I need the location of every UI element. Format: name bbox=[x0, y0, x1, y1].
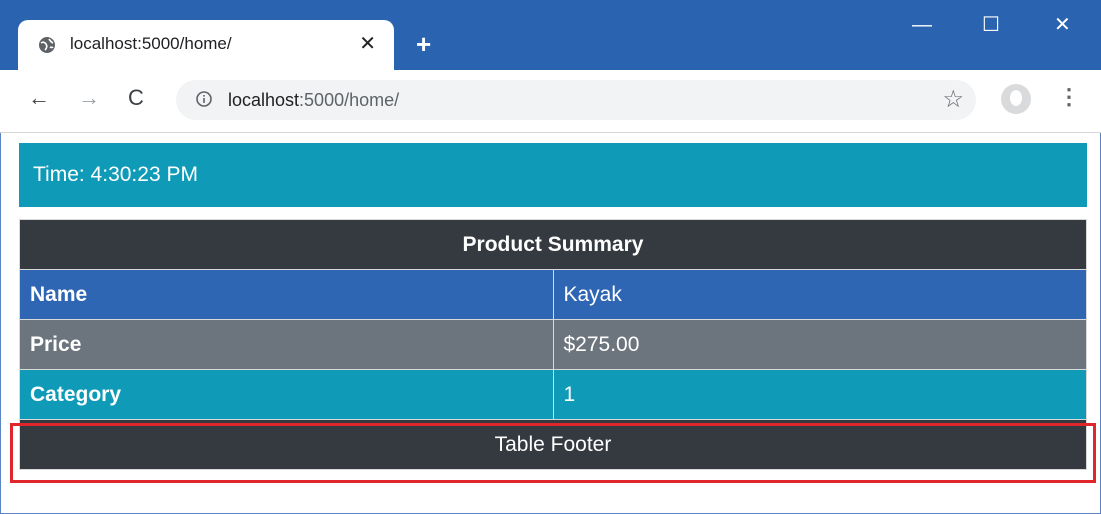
info-icon[interactable] bbox=[196, 91, 212, 107]
maximize-button[interactable]: ☐ bbox=[982, 14, 1000, 36]
new-tab-button[interactable]: + bbox=[416, 30, 431, 58]
url-host: localhost bbox=[228, 90, 300, 110]
star-icon[interactable]: ☆ bbox=[942, 86, 964, 114]
browser-toolbar: ← → C localhost:5000/home/ ☆ bbox=[0, 70, 1101, 133]
title-bar: localhost:5000/home/ ✕ + — ☐ ✕ bbox=[0, 0, 1101, 70]
table-row: Category 1 bbox=[19, 369, 1087, 420]
back-button[interactable]: ← bbox=[28, 86, 50, 110]
table-row: Name Kayak bbox=[19, 269, 1087, 320]
url-path: :5000/home/ bbox=[299, 90, 400, 110]
footer-highlight-box bbox=[10, 423, 1096, 483]
row-label: Category bbox=[19, 369, 554, 420]
row-value: Kayak bbox=[552, 269, 1087, 320]
tab-title: localhost:5000/home/ bbox=[70, 34, 232, 53]
table-title: Product Summary bbox=[19, 219, 1087, 270]
menu-icon[interactable]: ⋮ bbox=[1058, 82, 1080, 112]
browser-tab[interactable]: localhost:5000/home/ ✕ bbox=[18, 20, 394, 70]
reload-button[interactable]: C bbox=[128, 86, 144, 110]
row-value: $275.00 bbox=[552, 319, 1087, 370]
time-text: Time: 4:30:23 PM bbox=[33, 163, 198, 186]
profile-icon[interactable] bbox=[1001, 84, 1031, 114]
row-label: Name bbox=[19, 269, 554, 320]
address-bar[interactable]: localhost:5000/home/ ☆ bbox=[176, 80, 976, 120]
globe-icon bbox=[39, 37, 55, 53]
browser-window: localhost:5000/home/ ✕ + — ☐ ✕ ← → C loc… bbox=[0, 0, 1101, 514]
url-text[interactable]: localhost:5000/home/ bbox=[228, 90, 399, 111]
table-row: Price $275.00 bbox=[19, 319, 1087, 370]
close-window-button[interactable]: ✕ bbox=[1054, 14, 1071, 36]
row-label: Price bbox=[19, 319, 554, 370]
forward-button[interactable]: → bbox=[78, 86, 100, 110]
row-value: 1 bbox=[552, 369, 1087, 420]
time-banner: Time: 4:30:23 PM bbox=[19, 143, 1087, 207]
tab-close-icon[interactable]: ✕ bbox=[359, 32, 376, 56]
page-content: Time: 4:30:23 PM Product Summary Name Ka… bbox=[0, 133, 1101, 514]
minimize-button[interactable]: — bbox=[912, 14, 932, 36]
